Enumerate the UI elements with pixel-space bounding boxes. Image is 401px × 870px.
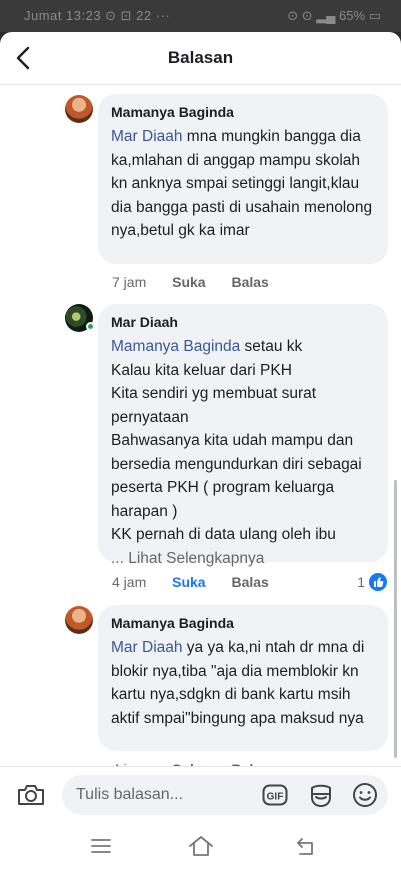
comment-time: 7 jam: [112, 274, 147, 290]
avatar[interactable]: [65, 606, 93, 634]
svg-text:GIF: GIF: [267, 792, 284, 803]
status-time: Jumat 13:23 ⊙ ⊡ 22 ···: [24, 8, 171, 23]
nav-back-button[interactable]: [294, 834, 318, 858]
sticker-icon: [311, 784, 331, 808]
comment-text: Mar Diaah ya ya ka,ni ntah dr mna di blo…: [111, 636, 376, 730]
online-status-dot: [86, 322, 95, 331]
comment-actions: 4 jam Suka Balas: [112, 574, 269, 590]
comment-author[interactable]: Mamanya Baginda: [111, 103, 376, 121]
thumbs-up-icon: [369, 573, 387, 591]
camera-icon: [18, 785, 44, 805]
camera-button[interactable]: [16, 781, 46, 809]
comment-bubble[interactable]: Mamanya Baginda Mar Diaah mna mungkin ba…: [98, 94, 388, 264]
header-divider: [0, 84, 401, 85]
nav-home-button[interactable]: [188, 834, 213, 858]
gif-button[interactable]: GIF: [262, 782, 288, 808]
comment-actions: 7 jam Suka Balas: [112, 274, 269, 290]
comment-author[interactable]: Mamanya Baginda: [111, 614, 376, 632]
comment-time: 4 jam: [112, 574, 147, 590]
header: Balasan: [0, 32, 401, 84]
like-button[interactable]: Suka: [172, 574, 205, 590]
status-bar: Jumat 13:23 ⊙ ⊡ 22 ··· ⊙ ⊙ ▂▄ 65% ▭: [0, 0, 401, 32]
reply-input[interactable]: Tulis balasan... GIF: [62, 775, 388, 815]
see-more-link[interactable]: ... Lihat Selengkapnya: [111, 547, 376, 571]
comment-bubble[interactable]: Mamanya Baginda Mar Diaah ya ya ka,ni nt…: [98, 605, 388, 751]
sticker-button[interactable]: [308, 782, 334, 808]
comment-mention[interactable]: Mar Diaah: [111, 639, 183, 656]
avatar[interactable]: [65, 95, 93, 123]
emoji-button[interactable]: [352, 782, 378, 808]
comment-mention[interactable]: Mar Diaah: [111, 128, 183, 145]
comment-text: Mamanya Baginda setau kk Kalau kita kelu…: [111, 335, 376, 547]
reply-button[interactable]: Balas: [231, 274, 268, 290]
reply-button[interactable]: Balas: [231, 574, 268, 590]
emoji-icon: [353, 783, 377, 807]
comment-body: setau kk Kalau kita keluar dari PKH Kita…: [111, 338, 362, 543]
scrollbar[interactable]: [394, 480, 397, 758]
replies-sheet: Balasan Mamanya Baginda Mar Diaah mna mu…: [0, 32, 401, 870]
comment-bubble[interactable]: Mar Diaah Mamanya Baginda setau kk Kalau…: [98, 304, 388, 567]
reaction-number: 1: [357, 574, 365, 590]
reply-composer: Tulis balasan... GIF: [0, 766, 401, 822]
back-icon: [297, 838, 313, 855]
status-icons: ⊙ ⊙ ▂▄ 65% ▭: [287, 8, 381, 23]
like-button[interactable]: Suka: [172, 274, 205, 290]
page-title: Balasan: [167, 48, 234, 67]
nav-menu-button[interactable]: [89, 834, 113, 858]
reply-input-placeholder: Tulis balasan...: [76, 786, 184, 803]
system-navigation-bar: [0, 822, 401, 870]
menu-icon: [91, 839, 111, 853]
comment-text: Mar Diaah mna mungkin bangga dia ka,mlah…: [111, 125, 376, 243]
home-icon: [189, 836, 213, 856]
comment-mention[interactable]: Mamanya Baginda: [111, 338, 240, 355]
reaction-count[interactable]: 1: [347, 573, 387, 592]
gif-icon: GIF: [262, 784, 288, 806]
comment-author[interactable]: Mar Diaah: [111, 313, 376, 331]
